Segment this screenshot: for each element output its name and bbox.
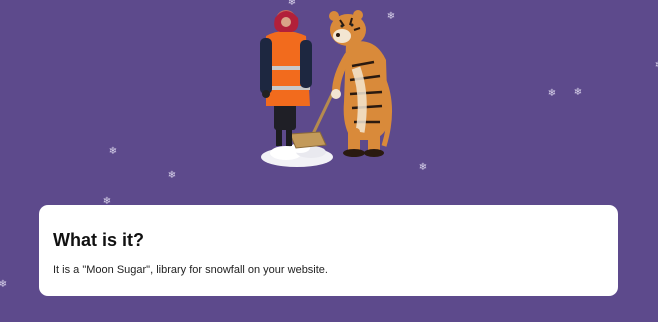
snowflake-icon: ❄ [418,162,428,173]
snowflake-icon: ❄ [573,87,583,98]
snowflake-icon: ❄ [167,170,177,181]
snowflake-icon: ❄ [547,88,557,99]
card-title: What is it? [53,230,144,250]
worker-and-tiger-illustration [260,10,393,167]
snowflake-icon: ❄ [0,279,8,290]
snowflake-icon: ❄ [654,61,658,71]
snowfall-stage: ❄ ❄ ❄ ❄ ❄ ❄ ❄ ❄ ❄ ❄ [0,0,658,322]
info-card: What is it? It is a "Moon Sugar", librar… [39,205,618,296]
worker-figure [260,10,312,146]
snowflake-icon: ❄ [108,146,118,157]
card-description: It is a "Moon Sugar", library for snowfa… [53,264,328,276]
tiger-figure [329,10,393,157]
